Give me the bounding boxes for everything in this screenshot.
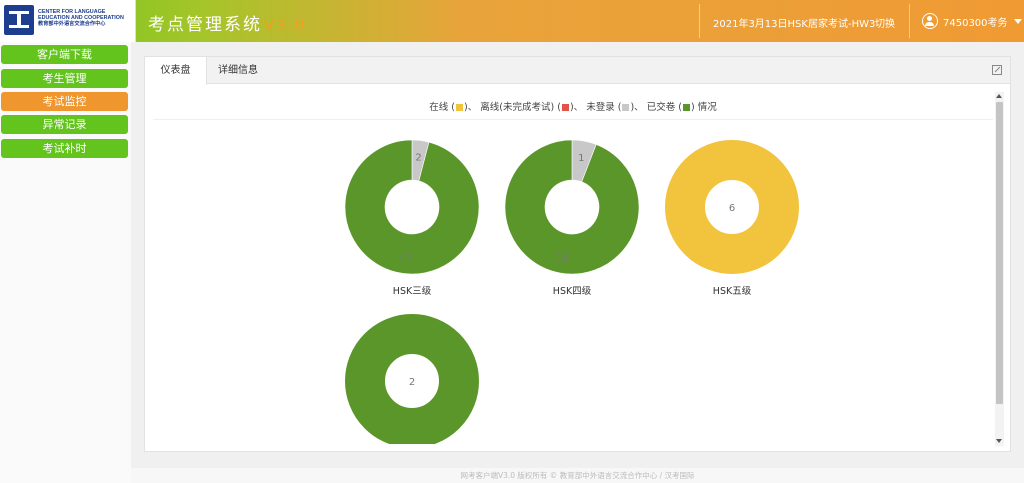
chevron-down-icon [1013, 18, 1022, 24]
donut-value-label: 1 [578, 153, 584, 164]
user-name: 7450300考务 [943, 17, 1008, 29]
donut-value-label: 47 [399, 254, 412, 265]
header-divider [909, 4, 910, 38]
chart-area: 在线 ()、 离线(未完成考试) ()、 未登录 ()、 已交卷 () 情况 2… [153, 92, 993, 444]
logo-cn: 教育部中外语言交流合作中心 [38, 21, 106, 28]
donut-value-label: 16 [556, 253, 569, 264]
donut-value-label: 2 [415, 152, 421, 163]
scroll-down-icon[interactable] [996, 439, 1002, 443]
donut-value-label: 2 [409, 377, 415, 388]
system-title: 考点管理系统 [148, 15, 262, 35]
tab-dashboard[interactable]: 仪表盘 [145, 57, 207, 85]
system-version: V3.0 [264, 16, 307, 34]
logo: CENTER FOR LANGUAGE EDUCATION AND COOPER… [0, 0, 136, 42]
scroll-thumb[interactable] [996, 102, 1003, 404]
donut-chart-label: HSK五级 [713, 285, 752, 297]
tab-details[interactable]: 详细信息 [207, 57, 269, 84]
top-header: CENTER FOR LANGUAGE EDUCATION AND COOPER… [0, 0, 1024, 42]
clec-logo-icon [4, 5, 34, 35]
donut-charts: 2 47 HSK三级 1 16 HSK四级 6 HSK五级 2 [344, 139, 799, 444]
logo-text: CENTER FOR LANGUAGE EDUCATION AND COOPER… [38, 9, 134, 28]
scroll-up-icon[interactable] [996, 94, 1002, 98]
sidebar-item-candidate-management[interactable]: 考生管理 [1, 69, 128, 88]
footer: 网考客户端V3.0 版权所有 © 教育部中外语言交流合作中心 / 汉考国际 [131, 468, 1024, 483]
expand-icon[interactable] [992, 65, 1002, 75]
donut-segment[interactable] [504, 139, 640, 275]
chart-scrollbar[interactable] [995, 92, 1004, 446]
header-divider [699, 4, 700, 38]
user-menu[interactable]: 7450300考务 [922, 12, 1022, 30]
donut-chart-label: HSK四级 [553, 285, 592, 297]
sidebar-item-client-download[interactable]: 客户端下载 [1, 45, 128, 64]
sidebar: 客户端下载 考生管理 考试监控 异常记录 考试补时 [0, 42, 131, 483]
sidebar-item-exam-extension[interactable]: 考试补时 [1, 139, 128, 158]
dashboard-panel: 仪表盘 详细信息 在线 ()、 离线(未完成考试) ()、 未登录 ()、 已交… [144, 56, 1011, 452]
sidebar-item-exception-records[interactable]: 异常记录 [1, 115, 128, 134]
user-icon [922, 13, 938, 29]
sidebar-item-exam-monitor[interactable]: 考试监控 [1, 92, 128, 111]
donut-chart-label: HSK三级 [393, 285, 432, 297]
donut-segment[interactable] [344, 139, 480, 275]
page-title: 考点管理系统 V3.0 [148, 10, 306, 35]
switch-exam-button[interactable]: 切换 [875, 15, 895, 30]
donut-value-label: 6 [729, 203, 735, 214]
exam-name: 2021年3月13日HSK居家考试-HW3 [713, 19, 876, 30]
tab-bar: 仪表盘 详细信息 [145, 57, 1010, 85]
